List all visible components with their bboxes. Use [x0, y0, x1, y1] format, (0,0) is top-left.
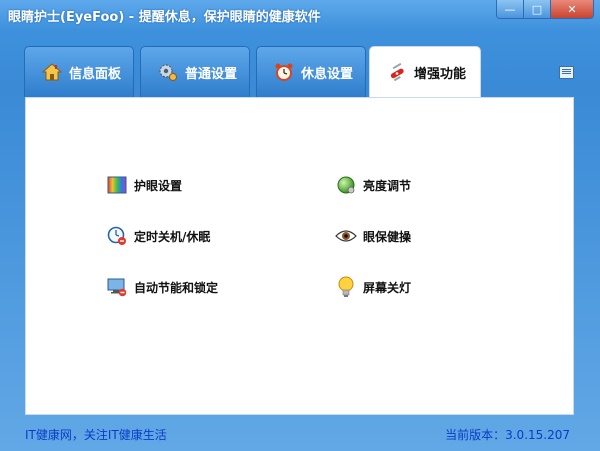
- feature-label: 自动节能和锁定: [134, 280, 219, 295]
- eye-icon: [335, 225, 357, 247]
- gear-icon: [157, 61, 179, 83]
- feature-label: 屏幕关灯: [363, 280, 412, 295]
- it-health-link[interactable]: IT健康网，关注IT健康生活: [25, 426, 167, 443]
- window-controls: — □ ✕: [496, 0, 594, 19]
- tab-label: 增强功能: [414, 67, 467, 82]
- version-label: 当前版本：3.0.15.207: [445, 428, 570, 442]
- alarm-clock-icon: [273, 61, 295, 83]
- tab-rest-settings[interactable]: 休息设置: [256, 46, 366, 97]
- window-title: 眼睛护士(EyeFoo) - 提醒休息，保护眼睛的健康软件: [8, 10, 321, 25]
- title-bar[interactable]: 眼睛护士(EyeFoo) - 提醒休息，保护眼睛的健康软件 — □ ✕: [0, 0, 600, 30]
- app-window: 眼睛护士(EyeFoo) - 提醒休息，保护眼睛的健康软件 — □ ✕ 信息面板: [0, 0, 600, 451]
- tab-general-settings[interactable]: 普通设置: [140, 46, 250, 97]
- clock-stop-icon: [106, 225, 128, 247]
- menu-icon[interactable]: [559, 66, 574, 79]
- feature-label: 护眼设置: [134, 178, 183, 193]
- color-palette-icon: [106, 174, 128, 196]
- feature-timed-shutdown[interactable]: 定时关机/休眠: [106, 225, 210, 247]
- tab-label: 休息设置: [301, 66, 354, 82]
- status-bar: IT健康网，关注IT健康生活 当前版本：3.0.15.207: [0, 420, 600, 451]
- monitor-stop-icon: [106, 276, 128, 298]
- feature-label: 定时关机/休眠: [134, 229, 211, 244]
- tab-enhanced-features[interactable]: 增强功能: [369, 46, 481, 98]
- light-bulb-icon: [335, 276, 357, 298]
- tab-label: 普通设置: [185, 66, 238, 82]
- swiss-knife-icon: [386, 62, 408, 84]
- feature-eye-settings[interactable]: 护眼设置: [106, 174, 182, 196]
- maximize-button[interactable]: □: [523, 0, 550, 18]
- feature-screen-off[interactable]: 屏幕关灯: [335, 276, 411, 298]
- feature-power-lock[interactable]: 自动节能和锁定: [106, 276, 218, 298]
- brightness-orb-icon: [335, 174, 357, 196]
- tab-label: 信息面板: [69, 66, 122, 82]
- tab-info-panel[interactable]: 信息面板: [24, 46, 134, 97]
- minimize-button[interactable]: —: [497, 0, 523, 18]
- home-icon: [41, 61, 63, 83]
- close-button[interactable]: ✕: [550, 0, 593, 18]
- feature-brightness[interactable]: 亮度调节: [335, 174, 411, 196]
- feature-label: 亮度调节: [363, 178, 412, 193]
- feature-eye-exercise[interactable]: 眼保健操: [335, 225, 411, 247]
- feature-label: 眼保健操: [363, 229, 412, 244]
- enhanced-features-panel: 护眼设置 亮度调节 定时关机/休眠 眼保健操 自动节能和锁定 屏幕关灯: [25, 97, 574, 415]
